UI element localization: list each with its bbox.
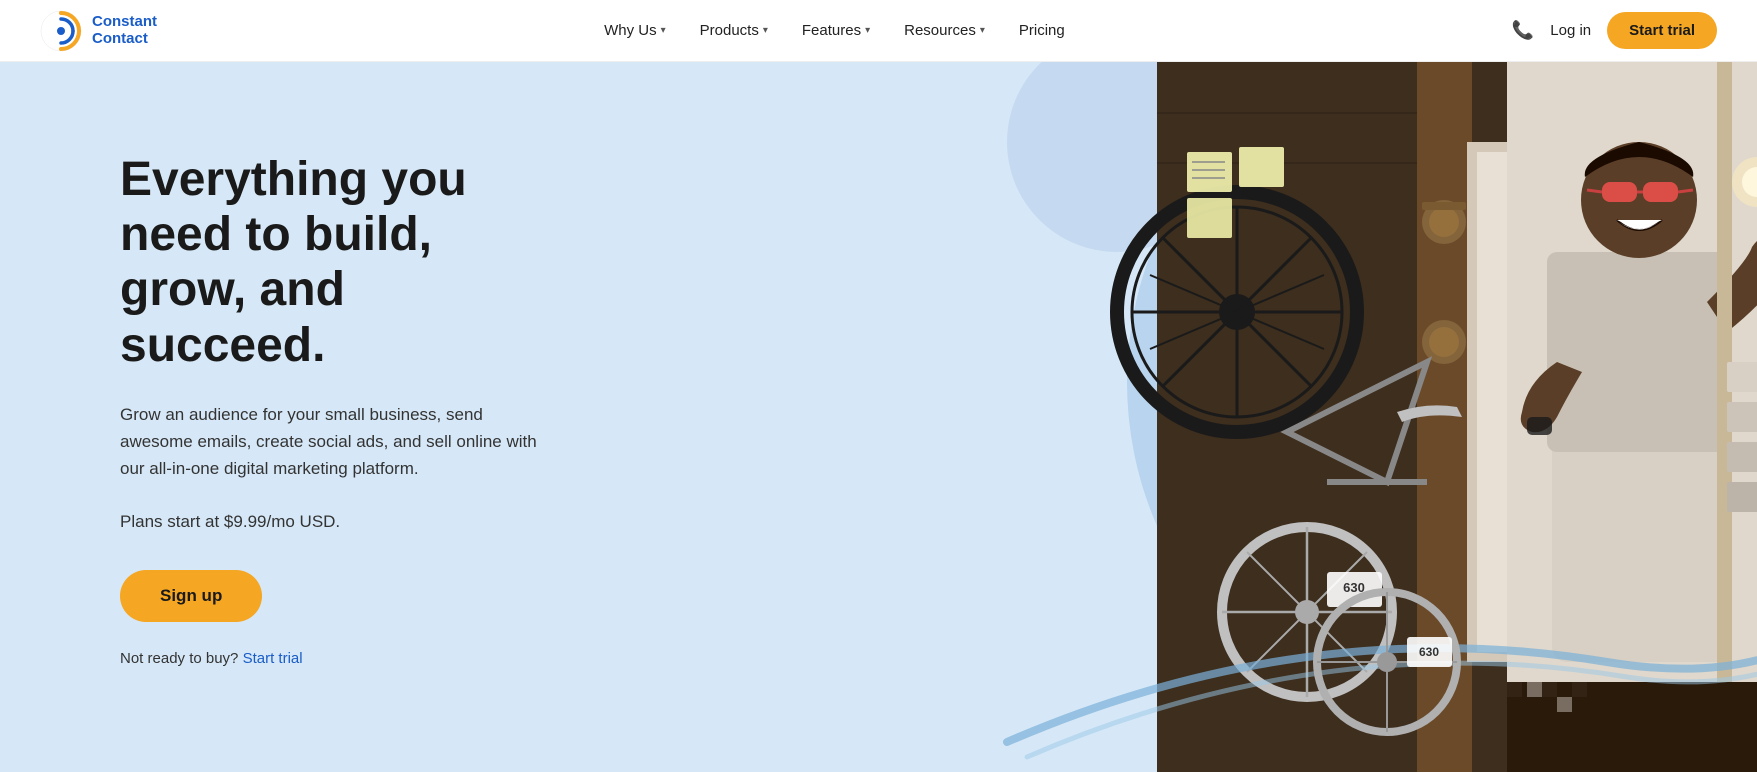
start-trial-link[interactable]: Start trial [243, 650, 303, 667]
hero-image: 630 [707, 62, 1757, 772]
logo-line2: Contact [92, 31, 157, 48]
signup-button[interactable]: Sign up [120, 570, 262, 622]
nav-label-whyus: Why Us [604, 22, 657, 39]
hero-section: Everything you need to build, grow, and … [0, 62, 1757, 772]
not-ready-label: Not ready to buy? [120, 650, 238, 667]
svg-text:630: 630 [1419, 645, 1439, 659]
hero-pricing: Plans start at $9.99/mo USD. [120, 512, 560, 532]
nav-center: Why Us ▾ Products ▾ Features ▾ Resources… [590, 14, 1079, 47]
nav-item-whyus[interactable]: Why Us ▾ [590, 14, 680, 47]
chevron-down-icon: ▾ [865, 25, 870, 36]
logo-text: Constant Contact [92, 14, 157, 47]
logo-line1: Constant [92, 14, 157, 31]
hero-subtitle: Grow an audience for your small business… [120, 401, 560, 483]
navbar: Constant Contact Why Us ▾ Products ▾ Fea… [0, 0, 1757, 62]
not-ready-text: Not ready to buy? Start trial [120, 650, 560, 667]
phone-icon: 📞 [1512, 20, 1534, 41]
nav-item-pricing[interactable]: Pricing [1005, 14, 1079, 47]
start-trial-button[interactable]: Start trial [1607, 12, 1717, 49]
nav-label-products: Products [700, 22, 759, 39]
hero-content: Everything you need to build, grow, and … [0, 62, 620, 727]
nav-item-products[interactable]: Products ▾ [686, 14, 782, 47]
nav-label-pricing: Pricing [1019, 22, 1065, 39]
nav-label-features: Features [802, 22, 861, 39]
hero-title: Everything you need to build, grow, and … [120, 152, 560, 373]
chevron-down-icon: ▾ [980, 25, 985, 36]
nav-item-resources[interactable]: Resources ▾ [890, 14, 999, 47]
chevron-down-icon: ▾ [763, 25, 768, 36]
nav-item-features[interactable]: Features ▾ [788, 14, 884, 47]
login-link[interactable]: Log in [1550, 22, 1591, 39]
nav-label-resources: Resources [904, 22, 976, 39]
chevron-down-icon: ▾ [661, 25, 666, 36]
nav-right: 📞 Log in Start trial [1512, 12, 1717, 49]
logo-icon [40, 10, 82, 52]
logo[interactable]: Constant Contact [40, 10, 157, 52]
